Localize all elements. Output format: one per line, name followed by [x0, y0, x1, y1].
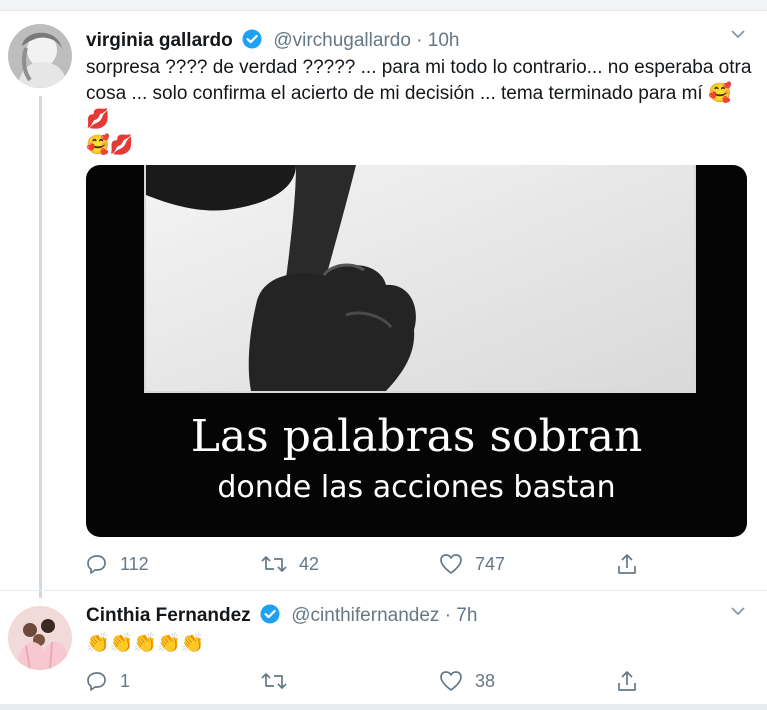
image-caption-main: Las palabras sobran — [190, 411, 643, 462]
tweet-cinthia[interactable]: Cinthia Fernandez @cinthifernandez · 7h … — [0, 591, 767, 704]
tweet-actions: 1 38 — [86, 670, 646, 694]
timestamp[interactable]: 10h — [428, 30, 460, 51]
reply-icon — [87, 672, 106, 691]
tweet-header: virginia gallardo @virchugallardo · 10h — [86, 29, 460, 55]
user-name[interactable]: Cinthia Fernandez — [86, 605, 251, 626]
avatar-image — [8, 606, 72, 670]
tweet-actions: 112 42 747 — [86, 553, 646, 577]
photo-frame — [144, 165, 696, 393]
timestamp[interactable]: 7h — [456, 605, 477, 626]
user-handle[interactable]: @virchugallardo — [273, 30, 411, 51]
verified-badge-icon — [260, 604, 280, 630]
emoji-line: 🥰💋 — [86, 135, 134, 156]
retweet-count: 42 — [299, 553, 320, 574]
like-icon — [440, 554, 462, 574]
like-button[interactable]: 38 — [439, 670, 495, 692]
share-button[interactable] — [616, 669, 650, 693]
reply-button[interactable]: 112 — [86, 553, 149, 575]
reply-count: 1 — [120, 670, 131, 691]
avatar[interactable] — [8, 24, 72, 88]
like-icon — [440, 671, 462, 691]
retweet-button[interactable]: 42 — [261, 553, 319, 575]
retweet-icon — [261, 556, 287, 572]
like-button[interactable]: 747 — [439, 553, 505, 575]
hand-photo — [146, 165, 694, 391]
tweet-media-image[interactable]: Las palabras sobran donde las acciones b… — [86, 165, 747, 537]
separator-dot: · — [444, 605, 452, 626]
like-count: 747 — [475, 553, 506, 574]
retweet-icon — [261, 673, 287, 689]
kiss-emoji-line: 💋 — [86, 109, 110, 130]
share-icon — [618, 671, 636, 691]
like-count: 38 — [475, 670, 496, 691]
bottom-strip — [0, 704, 767, 710]
share-button[interactable] — [616, 552, 650, 576]
tweet-virginia[interactable]: virginia gallardo @virchugallardo · 10h … — [0, 0, 767, 598]
tweet-text-line: sorpresa ???? de verdad ????? ... para m… — [86, 57, 752, 78]
user-handle[interactable]: @cinthifernandez — [291, 605, 439, 626]
reply-count: 112 — [120, 553, 149, 574]
chevron-down-icon[interactable] — [730, 26, 746, 47]
tweet-header: Cinthia Fernandez @cinthifernandez · 7h — [86, 604, 477, 630]
retweet-button[interactable] — [261, 670, 299, 692]
share-icon — [618, 554, 636, 574]
tweet-text-line: cosa ... solo confirma el acierto de mi … — [86, 81, 756, 107]
thread-line — [39, 96, 42, 598]
reply-button[interactable]: 1 — [86, 670, 130, 692]
image-caption-sub: donde las acciones bastan — [217, 470, 616, 505]
verified-badge-icon — [242, 29, 262, 55]
avatar[interactable] — [8, 606, 72, 670]
chevron-down-icon[interactable] — [730, 603, 746, 624]
reply-icon — [87, 555, 106, 574]
separator-dot: · — [416, 30, 423, 51]
tweet-text: 👏👏👏👏👏 — [86, 633, 205, 654]
user-name[interactable]: virginia gallardo — [86, 30, 233, 51]
tweet-text: sorpresa ???? de verdad ????? ... para m… — [86, 55, 756, 159]
smiling-face-hearts-emoji: 🥰 — [708, 83, 732, 104]
avatar-image — [8, 24, 72, 88]
